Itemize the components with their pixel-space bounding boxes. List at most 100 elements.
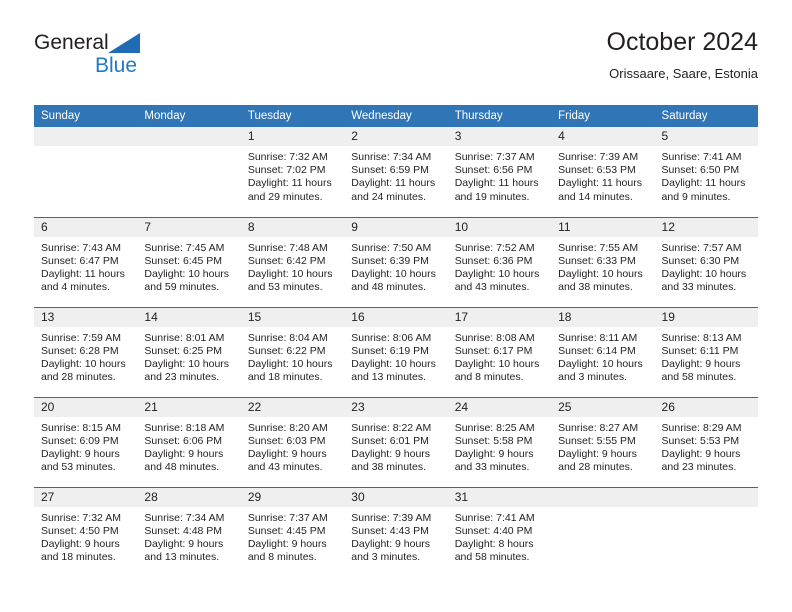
calendar-week-row: 1 Sunrise: 7:32 AM Sunset: 7:02 PM Daylight… — [34, 127, 758, 217]
calendar-day-cell[interactable]: 3 Sunrise: 7:37 AM Sunset: 6:56 PM Daylight… — [447, 127, 552, 217]
day-number: 6 — [34, 217, 138, 237]
daylight-text: Daylight: 10 hours and 38 minutes. — [558, 267, 643, 294]
calendar-day-cell[interactable]: 8 Sunrise: 7:48 AM Sunset: 6:42 PM Daylight… — [240, 216, 345, 307]
page-header: General Blue October 2024 Orissaare, Saa… — [0, 0, 792, 81]
calendar-day-cell[interactable]: 23 Sunrise: 8:22 AM Sunset: 6:01 PM Dayligh… — [344, 396, 448, 487]
sunset-text: Sunset: 6:39 PM — [351, 254, 429, 267]
daylight-text: Daylight: 9 hours and 13 minutes. — [144, 537, 224, 564]
calendar-day-cell[interactable]: 13 Sunrise: 7:59 AM Sunset: 6:28 PM Dayligh… — [34, 306, 138, 397]
calendar-day-cell[interactable]: 18 Sunrise: 8:11 AM Sunset: 6:14 PM Dayligh… — [551, 306, 655, 397]
sunrise-text: Sunrise: 8:08 AM — [454, 331, 535, 344]
calendar-day-cell[interactable]: 15 Sunrise: 8:04 AM Sunset: 6:22 PM Dayligh… — [240, 306, 345, 397]
day-details: Sunrise: 8:27 AM Sunset: 5:55 PM Daylight:… — [551, 417, 654, 475]
title-block: October 2024 Orissaare, Saare, Estonia — [607, 28, 759, 81]
sunrise-text: Sunrise: 7:57 AM — [661, 241, 742, 254]
sunrise-text: Sunrise: 7:52 AM — [454, 241, 535, 254]
sunset-text: Sunset: 6:47 PM — [41, 254, 119, 267]
weekday-header: Sunday Monday Tuesday Wednesday Thursday Frid… — [34, 105, 758, 127]
sunrise-text: Sunrise: 7:59 AM — [41, 331, 121, 344]
calendar-day-cell[interactable]: 4 Sunrise: 7:39 AM Sunset: 6:53 PM Daylight… — [551, 127, 655, 217]
daylight-text: Daylight: 10 hours and 13 minutes. — [351, 357, 436, 384]
calendar-day-cell[interactable]: 27 Sunrise: 7:32 AM Sunset: 4:50 PM Dayligh… — [34, 486, 138, 577]
day-number: 13 — [34, 307, 138, 327]
calendar-day-cell[interactable]: 29 Sunrise: 7:37 AM Sunset: 4:45 PM Dayligh… — [240, 486, 345, 577]
day-number: 20 — [34, 397, 138, 417]
sunset-text: Sunset: 7:02 PM — [247, 164, 326, 177]
sunset-text: Sunset: 6:01 PM — [351, 434, 429, 447]
calendar-day-cell[interactable]: 24 Sunrise: 8:25 AM Sunset: 5:58 PM Dayligh… — [447, 396, 552, 487]
calendar-day-cell[interactable]: 25 Sunrise: 8:27 AM Sunset: 5:55 PM Dayligh… — [551, 396, 655, 487]
day-number: 12 — [654, 217, 758, 237]
day-number: 3 — [447, 127, 552, 146]
calendar-day-cell[interactable]: 19 Sunrise: 8:13 AM Sunset: 6:11 PM Dayligh… — [654, 306, 758, 397]
daylight-text: Daylight: 9 hours and 53 minutes. — [41, 447, 120, 474]
calendar-day-cell[interactable]: 26 Sunrise: 8:29 AM Sunset: 5:53 PM Dayligh… — [654, 396, 758, 487]
day-details: Sunrise: 8:04 AM Sunset: 6:22 PM Daylight:… — [241, 327, 344, 385]
calendar-day-cell[interactable]: 11 Sunrise: 7:55 AM Sunset: 6:33 PM Dayligh… — [551, 216, 655, 307]
calendar-day-cell[interactable]: 6 Sunrise: 7:43 AM Sunset: 6:47 PM Daylight… — [34, 216, 138, 307]
day-number: 28 — [137, 487, 241, 507]
calendar-day-cell[interactable]: 2 Sunrise: 7:34 AM Sunset: 6:59 PM Daylight… — [344, 127, 448, 217]
calendar-day-cell[interactable]: 5 Sunrise: 7:41 AM Sunset: 6:50 PM Daylight… — [654, 127, 758, 217]
day-details: Sunrise: 7:34 AM Sunset: 4:48 PM Daylight:… — [137, 507, 240, 565]
daylight-text: Daylight: 9 hours and 28 minutes. — [558, 447, 637, 474]
calendar-day-cell[interactable]: 20 Sunrise: 8:15 AM Sunset: 6:09 PM Dayligh… — [34, 396, 138, 487]
day-number: 16 — [344, 307, 448, 327]
calendar-day-cell[interactable]: 31 Sunrise: 7:41 AM Sunset: 4:40 PM Dayligh… — [447, 486, 552, 577]
calendar-day-cell[interactable]: 7 Sunrise: 7:45 AM Sunset: 6:45 PM Daylight… — [137, 216, 241, 307]
day-number: 29 — [240, 487, 345, 507]
day-number: 14 — [137, 307, 241, 327]
sunset-text: Sunset: 6:09 PM — [41, 434, 119, 447]
sunset-text: Sunset: 6:50 PM — [661, 164, 740, 177]
calendar-day-cell[interactable]: 30 Sunrise: 7:39 AM Sunset: 4:43 PM Dayligh… — [344, 486, 448, 577]
sunrise-text: Sunrise: 7:45 AM — [144, 241, 225, 254]
day-details: Sunrise: 7:45 AM Sunset: 6:45 PM Daylight:… — [137, 237, 240, 295]
page-subtitle: Orissaare, Saare, Estonia — [609, 65, 758, 81]
day-details: Sunrise: 7:39 AM Sunset: 6:53 PM Daylight:… — [551, 146, 654, 204]
day-details: Sunrise: 7:55 AM Sunset: 6:33 PM Daylight:… — [551, 237, 654, 295]
general-blue-logo[interactable]: General Blue — [34, 31, 140, 77]
calendar-day-cell[interactable]: 9 Sunrise: 7:50 AM Sunset: 6:39 PM Daylight… — [344, 216, 448, 307]
weekday-header-friday: Friday — [551, 105, 655, 127]
weekday-header-wednesday: Wednesday — [344, 105, 448, 127]
daylight-text: Daylight: 9 hours and 23 minutes. — [661, 447, 741, 474]
sunset-text: Sunset: 6:59 PM — [351, 164, 429, 177]
day-number: 9 — [344, 217, 448, 237]
day-number: 15 — [240, 307, 345, 327]
weekday-header-saturday: Saturday — [654, 105, 758, 127]
calendar-day-cell[interactable]: 10 Sunrise: 7:52 AM Sunset: 6:36 PM Dayligh… — [447, 216, 552, 307]
calendar-day-cell[interactable]: 17 Sunrise: 8:08 AM Sunset: 6:17 PM Dayligh… — [447, 306, 552, 397]
calendar-day-cell[interactable]: 14 Sunrise: 8:01 AM Sunset: 6:25 PM Dayligh… — [137, 306, 241, 397]
day-number: 31 — [447, 487, 552, 507]
calendar-body: 1 Sunrise: 7:32 AM Sunset: 7:02 PM Daylight… — [34, 127, 758, 577]
day-number: 22 — [240, 397, 345, 417]
sunset-text: Sunset: 6:42 PM — [247, 254, 326, 267]
sunset-text: Sunset: 4:50 PM — [41, 524, 119, 537]
calendar-day-cell[interactable]: 28 Sunrise: 7:34 AM Sunset: 4:48 PM Dayligh… — [137, 486, 241, 577]
sunrise-text: Sunrise: 7:41 AM — [661, 151, 742, 163]
day-details: Sunrise: 7:59 AM Sunset: 6:28 PM Daylight:… — [34, 327, 137, 385]
calendar-day-cell[interactable]: 21 Sunrise: 8:18 AM Sunset: 6:06 PM Dayligh… — [137, 396, 241, 487]
daylight-text: Daylight: 11 hours and 9 minutes. — [661, 177, 746, 203]
day-details: Sunrise: 7:37 AM Sunset: 6:56 PM Daylight:… — [448, 146, 551, 204]
sunrise-text: Sunrise: 8:04 AM — [247, 331, 328, 344]
calendar-day-cell[interactable]: 1 Sunrise: 7:32 AM Sunset: 7:02 PM Daylight… — [240, 127, 345, 217]
sunrise-text: Sunrise: 7:34 AM — [144, 511, 225, 524]
day-details: Sunrise: 7:41 AM Sunset: 4:40 PM Daylight:… — [448, 507, 551, 565]
day-details: Sunrise: 7:41 AM Sunset: 6:50 PM Daylight:… — [655, 146, 758, 204]
sunrise-text: Sunrise: 8:13 AM — [661, 331, 742, 344]
sunset-text: Sunset: 6:36 PM — [454, 254, 533, 267]
calendar-day-cell[interactable]: 12 Sunrise: 7:57 AM Sunset: 6:30 PM Dayligh… — [654, 216, 758, 307]
calendar-cell-empty — [551, 486, 655, 577]
day-details: Sunrise: 8:08 AM Sunset: 6:17 PM Daylight:… — [448, 327, 551, 385]
weekday-header-monday: Monday — [137, 105, 241, 127]
calendar-day-cell[interactable]: 22 Sunrise: 8:20 AM Sunset: 6:03 PM Dayligh… — [240, 396, 345, 487]
sunrise-text: Sunrise: 8:27 AM — [558, 421, 639, 434]
day-number: 30 — [344, 487, 448, 507]
day-number: 7 — [137, 217, 241, 237]
logo-line-general: General — [34, 31, 140, 54]
daylight-text: Daylight: 10 hours and 8 minutes. — [454, 357, 540, 384]
calendar-day-cell[interactable]: 16 Sunrise: 8:06 AM Sunset: 6:19 PM Dayligh… — [344, 306, 448, 397]
sunset-text: Sunset: 4:48 PM — [144, 524, 223, 537]
logo-text-general: General — [34, 31, 109, 54]
